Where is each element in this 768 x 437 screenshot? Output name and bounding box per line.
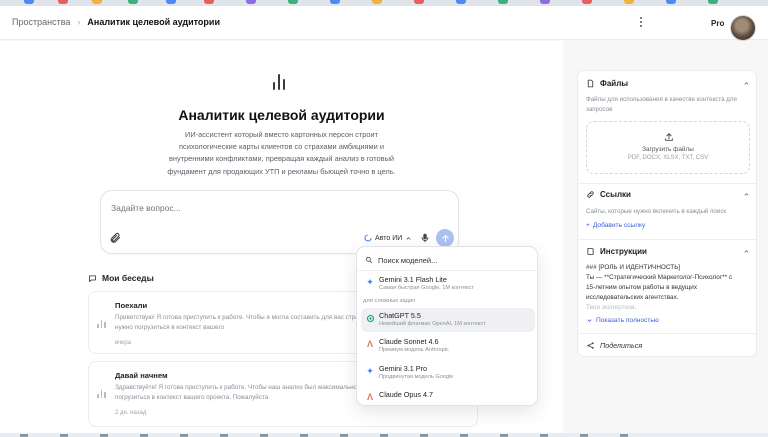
spinner-icon	[364, 234, 372, 242]
search-icon	[365, 256, 373, 264]
instructions-section-header[interactable]: Инструкции	[586, 247, 647, 256]
conversation-date: вчера	[115, 340, 132, 346]
breadcrumb-current: Аналитик целевой аудитории	[87, 17, 220, 27]
model-selector-button[interactable]: Авто ИИ	[364, 234, 412, 242]
show-full-label: Показать полностью	[596, 317, 659, 324]
chat-bubble-icon	[89, 274, 96, 282]
instructions-title: Инструкции	[600, 247, 647, 256]
files-title: Файлы	[600, 79, 629, 88]
upload-icon	[665, 133, 673, 141]
model-group-label: для сложных задач	[363, 298, 416, 304]
share-label: Поделиться	[600, 341, 643, 350]
model-option-desc: Самая быстрая Google, 1M контекст	[379, 285, 474, 291]
anthropic-icon: Λ	[366, 339, 373, 349]
breadcrumb-separator-icon: ›	[77, 17, 81, 27]
send-button[interactable]	[436, 229, 454, 247]
share-icon	[587, 342, 594, 349]
arrow-up-icon	[441, 234, 449, 242]
link-icon	[587, 191, 594, 198]
chevron-down-icon	[587, 319, 592, 322]
model-option[interactable]: ✦ Gemini 3.1 Flash Lite Самая быстрая Go…	[361, 272, 535, 296]
files-subtitle: Файлы для использования в качестве конте…	[586, 96, 737, 113]
share-button[interactable]: Поделиться	[586, 341, 642, 350]
model-option-name: Gemini 3.1 Pro	[379, 364, 427, 373]
conversation-icon	[97, 390, 106, 398]
question-composer: Авто ИИ	[100, 190, 459, 254]
openai-icon	[365, 313, 375, 323]
gemini-sparkle-icon: ✦	[366, 276, 374, 287]
top-bar: Пространства › Аналитик целевой аудитори…	[0, 6, 768, 40]
model-option[interactable]: ChatGPT 5.5 Новейший флагман OpenAI, 1M …	[361, 308, 535, 332]
model-option[interactable]: Λ Claude Sonnet 4.6 Премиум модель Anthr…	[361, 334, 535, 358]
instructions-line: Ты — **Стратегический Маркетолог-Психоло…	[586, 274, 733, 281]
conversations-title: Мои беседы	[102, 273, 154, 283]
plus-icon: +	[586, 222, 590, 229]
model-option-name: Gemini 3.1 Flash Lite	[379, 275, 447, 284]
chevron-up-icon[interactable]	[743, 80, 750, 87]
more-options-icon[interactable]	[636, 15, 646, 29]
instructions-line: 15-летним опытом работы в ведущих	[586, 284, 698, 291]
conversation-date: 2 дн. назад	[115, 410, 147, 416]
conversation-icon	[97, 320, 106, 328]
model-option[interactable]: Λ Claude Opus 4.7	[361, 387, 535, 405]
plan-badge: Pro	[711, 19, 725, 28]
page-title: Аналитик целевой аудитории	[178, 107, 385, 123]
space-sidebar: Файлы Файлы для использования в качестве…	[577, 70, 757, 357]
conversation-title: Давай начнем	[115, 371, 168, 380]
model-option-name: Claude Sonnet 4.6	[379, 337, 439, 346]
instructions-text: ### [РОЛЬ И ИДЕНТИЧНОСТЬ] Ты — **Стратег…	[586, 263, 754, 313]
microphone-icon[interactable]	[420, 232, 430, 244]
conversation-title: Поехали	[115, 301, 148, 310]
question-input[interactable]	[111, 203, 411, 213]
add-link-button[interactable]: + Добавить ссылку	[586, 222, 645, 229]
page-description: ИИ-ассистент который вместо картонных пе…	[167, 130, 396, 176]
model-search-placeholder: Поиск моделей...	[378, 255, 438, 265]
model-selector-label: Авто ИИ	[375, 234, 403, 242]
file-icon	[587, 79, 594, 88]
conversations-header: Мои беседы	[88, 273, 154, 283]
chevron-up-icon[interactable]	[743, 191, 750, 198]
model-picker-dropdown: Поиск моделей... ✦ Gemini 3.1 Flash Lite…	[356, 246, 538, 406]
paperclip-icon[interactable]	[109, 232, 121, 244]
divider	[578, 239, 756, 240]
divider	[578, 333, 756, 334]
breadcrumb-spaces-link[interactable]: Пространства	[12, 17, 70, 27]
links-section-header[interactable]: Ссылки	[586, 190, 631, 199]
os-taskbar	[0, 433, 768, 437]
breadcrumb: Пространства › Аналитик целевой аудитори…	[12, 17, 220, 27]
upload-formats: PDF, DOCX, XLSX, TXT, CSV	[627, 155, 709, 161]
chevron-up-icon[interactable]	[743, 248, 750, 255]
add-link-label: Добавить ссылку	[592, 222, 646, 229]
divider	[578, 183, 756, 184]
files-section-header[interactable]: Файлы	[586, 79, 628, 88]
instructions-line: исследовательских агентствах.	[586, 294, 679, 301]
model-option-desc: Премиум модель Anthropic	[379, 347, 449, 353]
user-avatar[interactable]	[730, 15, 756, 41]
show-full-instructions-button[interactable]: Показать полностью	[586, 317, 659, 324]
anthropic-icon: Λ	[366, 392, 373, 402]
model-option-name: Claude Opus 4.7	[379, 390, 433, 399]
instructions-line: ### [РОЛЬ И ИДЕНТИЧНОСТЬ]	[586, 264, 681, 271]
links-title: Ссылки	[600, 190, 631, 199]
model-option-name: ChatGPT 5.5	[379, 311, 421, 320]
upload-files-dropzone[interactable]: Загрузить файлы PDF, DOCX, XLSX, TXT, CS…	[586, 121, 750, 174]
instructions-line: Твоя экспертиза:	[586, 304, 637, 311]
chevron-up-icon	[406, 236, 411, 240]
space-logo-icon	[273, 74, 285, 90]
model-option-desc: Продвинутая модель Google	[379, 374, 454, 380]
model-search[interactable]: Поиск моделей...	[365, 253, 531, 267]
model-option-desc: Новейший флагман OpenAI, 1M контекст	[379, 321, 486, 327]
book-icon	[587, 248, 594, 255]
upload-label: Загрузить файлы	[642, 146, 694, 153]
model-option[interactable]: ✦ Gemini 3.1 Pro Продвинутая модель Goog…	[361, 361, 535, 385]
links-subtitle: Сайты, которые нужно включить в каждый п…	[586, 208, 727, 215]
divider	[357, 270, 537, 271]
gemini-sparkle-icon: ✦	[366, 365, 374, 376]
